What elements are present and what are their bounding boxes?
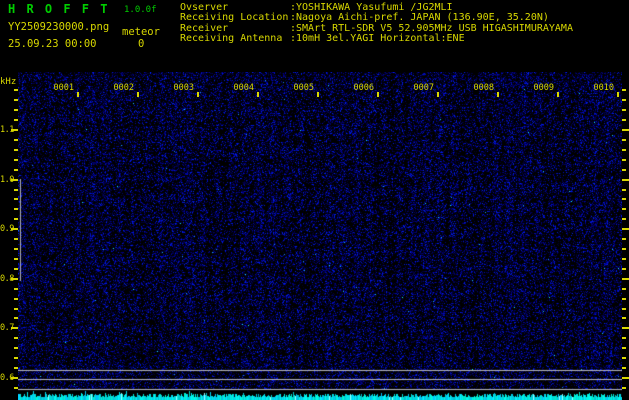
output-filename: YY2509230000.png <box>8 21 110 33</box>
y-tick-minor <box>14 238 18 240</box>
y-tick-minor <box>622 119 626 121</box>
y-tick-minor <box>14 337 18 339</box>
info-row-location: Receiving Location :Nagoya Aichi-pref. J… <box>180 12 629 23</box>
hrofft-window: H R O F F T 1.0.0f YY2509230000.png mete… <box>0 0 629 400</box>
x-tick <box>617 92 619 97</box>
y-tick-minor <box>14 218 18 220</box>
y-tick-minor <box>14 268 18 270</box>
y-tick-minor <box>14 119 18 121</box>
y-tick-minor <box>14 89 18 91</box>
y-tick-minor <box>622 189 626 191</box>
y-tick-minor <box>622 238 626 240</box>
x-tick <box>377 92 379 97</box>
y-tick-minor <box>622 99 626 101</box>
y-tick-minor <box>14 288 18 290</box>
y-tick-minor <box>622 208 626 210</box>
y-tick-major <box>622 278 629 280</box>
y-tick-minor <box>14 109 18 111</box>
y-tick-minor <box>622 288 626 290</box>
y-tick-minor <box>14 169 18 171</box>
y-tick-major <box>622 377 629 379</box>
x-tick-label: 0002 <box>113 83 134 93</box>
y-tick-minor <box>14 189 18 191</box>
y-tick-label: 1.0 <box>0 175 14 185</box>
y-tick-major <box>622 129 629 131</box>
y-tick-minor <box>622 248 626 250</box>
y-tick-minor <box>14 198 18 200</box>
y-tick-minor <box>622 89 626 91</box>
y-tick-minor <box>622 317 626 319</box>
y-tick-minor <box>622 218 626 220</box>
y-tick-minor <box>14 99 18 101</box>
app-version: 1.0.0f <box>124 5 157 15</box>
y-tick-minor <box>622 109 626 111</box>
x-tick <box>197 92 199 97</box>
x-tick-label: 0003 <box>173 83 194 93</box>
y-tick-minor <box>622 169 626 171</box>
y-tick-minor <box>622 298 626 300</box>
x-tick <box>557 92 559 97</box>
info-label: Receiving Antenna <box>180 33 283 44</box>
y-tick-label: 0.9 <box>0 224 14 234</box>
x-tick-label: 0009 <box>533 83 554 93</box>
x-tick-label: 0001 <box>53 83 74 93</box>
meteor-count: 0 <box>138 38 145 50</box>
x-tick <box>257 92 259 97</box>
y-tick-minor <box>622 357 626 359</box>
y-tick-minor <box>14 208 18 210</box>
y-tick-minor <box>622 268 626 270</box>
x-tick-label: 0006 <box>353 83 374 93</box>
x-tick-label: 0005 <box>293 83 314 93</box>
y-axis-unit-label: kHz <box>0 77 17 87</box>
y-tick-minor <box>622 308 626 310</box>
y-tick-label: 1.1 <box>0 125 14 135</box>
y-tick-minor <box>622 387 626 389</box>
y-tick-minor <box>14 149 18 151</box>
y-tick-major <box>622 327 629 329</box>
y-tick-minor <box>622 347 626 349</box>
y-tick-label: 0.7 <box>0 323 14 333</box>
y-tick-minor <box>14 347 18 349</box>
x-tick-label: 0010 <box>593 83 614 93</box>
info-label: Receiving Location <box>180 12 289 23</box>
y-tick-minor <box>622 149 626 151</box>
y-tick-minor <box>14 317 18 319</box>
spectrogram-canvas <box>18 72 622 400</box>
y-tick-minor <box>622 159 626 161</box>
x-tick <box>317 92 319 97</box>
y-tick-minor <box>14 248 18 250</box>
y-tick-minor <box>14 387 18 389</box>
y-tick-minor <box>622 367 626 369</box>
y-tick-minor <box>14 298 18 300</box>
info-value: :10mH 3el.YAGI Horizontal:ENE <box>290 33 465 44</box>
y-tick-minor <box>14 357 18 359</box>
y-tick-major <box>622 228 629 230</box>
observation-datetime: 25.09.23 00:00 <box>8 38 97 50</box>
x-tick <box>77 92 79 97</box>
x-tick <box>497 92 499 97</box>
y-tick-minor <box>622 198 626 200</box>
info-row-antenna: Receiving Antenna :10mH 3el.YAGI Horizon… <box>180 33 629 44</box>
y-tick-minor <box>14 258 18 260</box>
y-tick-minor <box>14 159 18 161</box>
y-tick-label: 0.6 <box>0 373 14 383</box>
y-tick-major <box>622 179 629 181</box>
y-tick-minor <box>622 258 626 260</box>
x-tick-label: 0004 <box>233 83 254 93</box>
x-tick-label: 0007 <box>413 83 434 93</box>
mode-label: meteor <box>122 26 160 38</box>
x-tick-label: 0008 <box>473 83 494 93</box>
y-tick-minor <box>14 367 18 369</box>
y-tick-minor <box>622 139 626 141</box>
app-title: H R O F F T <box>8 2 110 16</box>
x-tick <box>437 92 439 97</box>
y-tick-label: 0.8 <box>0 274 14 284</box>
y-tick-minor <box>14 308 18 310</box>
info-value: :Nagoya Aichi-pref. JAPAN (136.90E, 35.2… <box>290 12 549 23</box>
y-tick-minor <box>622 337 626 339</box>
x-tick <box>137 92 139 97</box>
y-tick-minor <box>14 139 18 141</box>
